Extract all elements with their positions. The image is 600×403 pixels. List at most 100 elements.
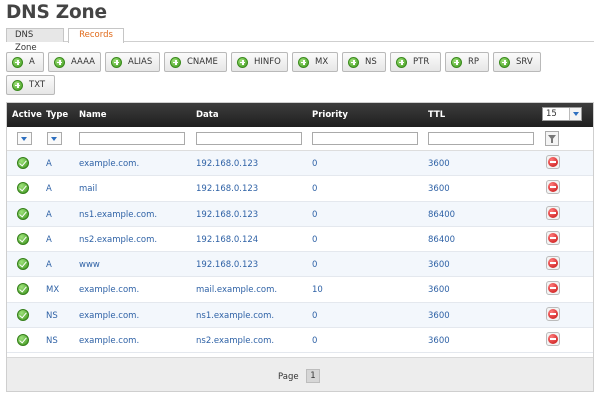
tab-dns-zone[interactable]: DNS Zone xyxy=(6,28,64,53)
delete-record-button[interactable] xyxy=(546,205,560,220)
check-circle-icon xyxy=(17,334,29,347)
cell-priority: 0 xyxy=(312,184,318,195)
add-ns-label: NS xyxy=(365,57,377,67)
cell-name: ns1.example.com. xyxy=(79,209,158,220)
table-row[interactable]: A www 192.168.0.123 0 3600 xyxy=(7,252,593,278)
delete-record-button[interactable] xyxy=(546,155,560,169)
cell-data: 192.168.0.123 xyxy=(196,184,259,195)
add-mx-button[interactable]: MX xyxy=(292,52,338,72)
plus-circle-icon xyxy=(12,56,23,68)
cell-type: A xyxy=(46,209,52,220)
records-grid: Active Type Name Data Priority TTL 15 A … xyxy=(6,102,594,392)
cell-ttl: 3600 xyxy=(428,336,450,347)
add-rp-button[interactable]: RP xyxy=(445,52,489,72)
header-type[interactable]: Type xyxy=(46,110,68,120)
cell-name: www xyxy=(79,260,100,271)
filter-active-dropdown[interactable] xyxy=(17,132,32,145)
funnel-icon[interactable] xyxy=(545,131,559,146)
cell-ttl: 3600 xyxy=(428,310,450,321)
delete-record-button[interactable] xyxy=(546,306,560,321)
cell-name: example.com. xyxy=(79,336,140,347)
table-row[interactable]: NS example.com. ns1.example.com. 0 3600 xyxy=(7,302,593,329)
tab-records[interactable]: Records xyxy=(68,28,124,43)
page-size-select[interactable]: 15 xyxy=(542,107,582,121)
cell-type: A xyxy=(46,159,52,169)
page-number-button[interactable]: 1 xyxy=(306,369,320,383)
add-ns-button[interactable]: NS xyxy=(342,52,386,72)
plus-circle-icon xyxy=(54,56,65,68)
delete-record-button[interactable] xyxy=(546,180,560,195)
add-txt-label: TXT xyxy=(29,80,46,90)
page-title: DNS Zone xyxy=(6,2,107,23)
cell-ttl: 3600 xyxy=(428,184,450,195)
cell-ttl: 3600 xyxy=(428,260,450,271)
header-name[interactable]: Name xyxy=(79,110,106,120)
add-alias-label: ALIAS xyxy=(128,57,153,67)
cell-type: A xyxy=(46,184,52,195)
grid-body: A example.com. 192.168.0.123 0 3600 A ma… xyxy=(7,151,593,354)
cell-priority: 0 xyxy=(312,234,318,245)
add-ptr-button[interactable]: PTR xyxy=(390,52,441,72)
cell-data: 192.168.0.123 xyxy=(196,159,259,169)
cell-priority: 0 xyxy=(312,310,318,321)
cell-data: 192.168.0.124 xyxy=(196,234,259,245)
cell-priority: 0 xyxy=(312,159,318,169)
cell-ttl: 86400 xyxy=(428,234,456,245)
add-srv-button[interactable]: SRV xyxy=(493,52,541,72)
cell-data: ns1.example.com. xyxy=(196,310,275,321)
cell-name: example.com. xyxy=(79,159,140,169)
cell-data: ns2.example.com. xyxy=(196,336,275,347)
plus-circle-icon xyxy=(499,56,510,68)
cell-name: mail xyxy=(79,184,98,195)
plus-circle-icon xyxy=(12,79,23,91)
cell-data: mail.example.com. xyxy=(196,285,278,296)
cell-type: NS xyxy=(46,336,58,347)
add-cname-label: CNAME xyxy=(187,57,218,67)
add-aaaa-button[interactable]: AAAA xyxy=(48,52,101,72)
cell-ttl: 3600 xyxy=(428,159,450,169)
delete-record-button[interactable] xyxy=(546,256,560,271)
add-txt-button[interactable]: TXT xyxy=(6,75,55,95)
plus-circle-icon xyxy=(396,56,407,68)
check-circle-icon xyxy=(17,207,29,220)
table-row[interactable]: A mail 192.168.0.123 0 3600 xyxy=(7,176,593,202)
filter-type-dropdown[interactable] xyxy=(47,132,62,145)
cell-type: NS xyxy=(46,310,58,321)
add-alias-button[interactable]: ALIAS xyxy=(105,52,160,72)
delete-record-button[interactable] xyxy=(546,281,560,296)
header-active[interactable]: Active xyxy=(12,110,42,120)
pager-label: Page xyxy=(278,372,299,382)
delete-record-button[interactable] xyxy=(546,230,560,245)
page-size-value: 15 xyxy=(546,109,557,119)
add-hinfo-button[interactable]: HINFO xyxy=(231,52,288,72)
table-row[interactable]: NS example.com. ns2.example.com. 0 3600 xyxy=(7,328,593,354)
filter-data-input[interactable] xyxy=(196,132,302,145)
table-row[interactable]: A ns2.example.com. 192.168.0.124 0 86400 xyxy=(7,227,593,253)
add-a-button[interactable]: A xyxy=(6,52,44,72)
add-a-label: A xyxy=(29,57,35,67)
table-row[interactable]: MX example.com. mail.example.com. 10 360… xyxy=(7,277,593,303)
tab-bar: DNS Zone Records xyxy=(6,28,594,53)
plus-circle-icon xyxy=(298,56,309,68)
add-cname-button[interactable]: CNAME xyxy=(164,52,227,72)
header-data[interactable]: Data xyxy=(196,110,219,120)
pager: Page 1 xyxy=(7,357,593,391)
filter-ttl-input[interactable] xyxy=(428,132,534,145)
filter-row xyxy=(7,127,593,151)
header-priority[interactable]: Priority xyxy=(312,110,348,120)
header-ttl[interactable]: TTL xyxy=(428,110,445,120)
chevron-down-icon xyxy=(569,108,581,120)
plus-circle-icon xyxy=(348,56,359,68)
filter-priority-input[interactable] xyxy=(312,132,418,145)
plus-circle-icon xyxy=(451,56,462,68)
table-row[interactable]: A example.com. 192.168.0.123 0 3600 xyxy=(7,151,593,177)
table-row[interactable]: A ns1.example.com. 192.168.0.123 0 86400 xyxy=(7,201,593,227)
cell-type: MX xyxy=(46,285,60,296)
filter-name-input[interactable] xyxy=(79,132,185,145)
cell-ttl: 3600 xyxy=(428,285,450,296)
cell-name: example.com. xyxy=(79,310,140,321)
delete-record-button[interactable] xyxy=(546,332,560,347)
cell-name: example.com. xyxy=(79,285,140,296)
add-srv-label: SRV xyxy=(516,57,533,67)
cell-priority: 10 xyxy=(312,285,323,296)
